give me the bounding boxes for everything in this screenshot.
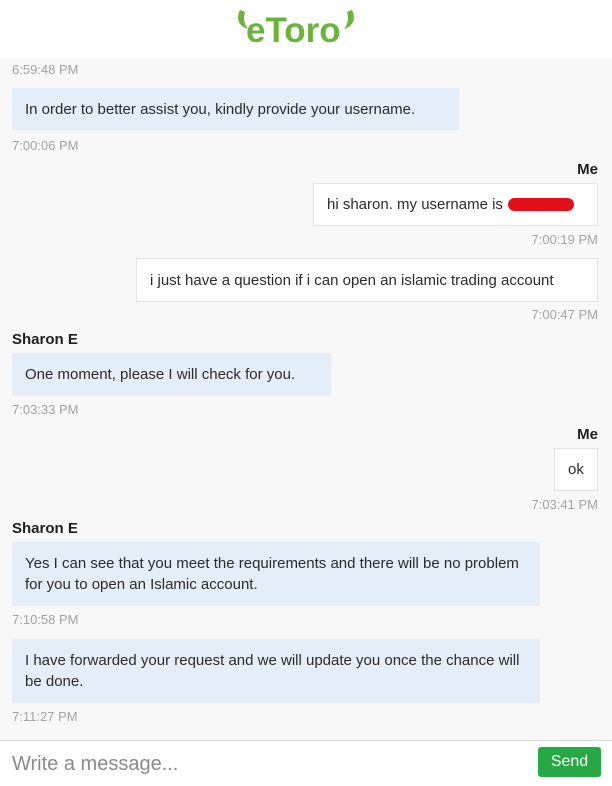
message-timestamp: 7:00:47 PM bbox=[531, 307, 599, 322]
message-timestamp: 7:03:41 PM bbox=[531, 497, 599, 512]
message-composer: Send bbox=[0, 740, 612, 786]
header: eToro bbox=[0, 0, 612, 58]
message-timestamp: 6:59:48 PM bbox=[12, 62, 79, 77]
sender-name: Sharon E bbox=[12, 520, 78, 537]
sender-name: Me bbox=[577, 161, 598, 178]
message-input[interactable] bbox=[8, 747, 526, 781]
message-text: Yes I can see that you meet the requirem… bbox=[25, 555, 519, 593]
message-text: ok bbox=[568, 461, 584, 478]
user-message-bubble: ok bbox=[554, 448, 598, 491]
message-text: One moment, please I will check for you. bbox=[25, 366, 296, 383]
message-text: I have forwarded your request and we wil… bbox=[25, 652, 520, 690]
sender-name: Me bbox=[577, 426, 598, 443]
message-timestamp: 7:10:58 PM bbox=[12, 612, 79, 627]
sender-name: Sharon E bbox=[12, 331, 78, 348]
agent-message-bubble: In order to better assist you, kindly pr… bbox=[12, 88, 459, 130]
message-text: i just have a question if i can open an … bbox=[150, 271, 554, 289]
agent-message-bubble: Yes I can see that you meet the requirem… bbox=[12, 542, 540, 606]
user-message-bubble: hi sharon. my username is bbox=[313, 183, 598, 226]
logo-wordmark: eToro bbox=[246, 11, 341, 50]
message-timestamp: 7:11:27 PM bbox=[12, 709, 78, 724]
redaction-mark bbox=[507, 198, 574, 211]
message-list[interactable]: 6:59:48 PM In order to better assist you… bbox=[0, 58, 612, 740]
message-timestamp: 7:03:33 PM bbox=[12, 402, 79, 417]
send-button[interactable]: Send bbox=[538, 747, 601, 777]
agent-message-bubble: One moment, please I will check for you. bbox=[12, 353, 331, 396]
message-text: hi sharon. my username is bbox=[327, 196, 503, 213]
message-timestamp: 7:00:06 PM bbox=[12, 138, 79, 153]
user-message-bubble: i just have a question if i can open an … bbox=[136, 258, 598, 302]
message-text: In order to better assist you, kindly pr… bbox=[25, 100, 416, 118]
message-timestamp: 7:00:19 PM bbox=[531, 232, 599, 247]
chat-window: eToro 6:59:48 PM In order to better assi… bbox=[0, 0, 612, 786]
agent-message-bubble: I have forwarded your request and we wil… bbox=[12, 639, 540, 703]
